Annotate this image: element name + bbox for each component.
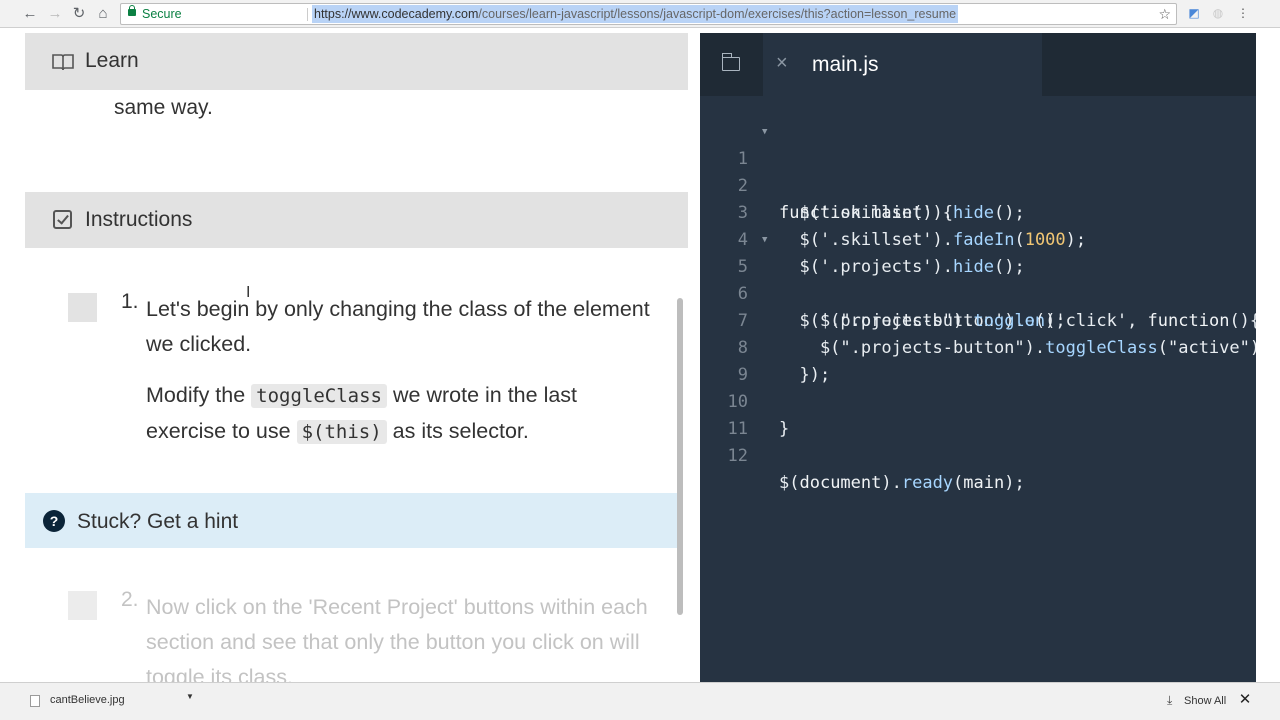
folder-icon bbox=[721, 53, 740, 71]
code-line: 6 $(".projects").toggle(); bbox=[700, 254, 1256, 331]
close-icon[interactable]: × bbox=[776, 52, 788, 75]
menu-kebab-icon[interactable]: ⋮ bbox=[1236, 6, 1250, 20]
extension-icon-2[interactable]: ◍ bbox=[1211, 6, 1225, 20]
extension-icon[interactable]: ◩ bbox=[1187, 6, 1201, 20]
browser-toolbar: ← → ↻ ⌂ Secure https://www.codecademy.co… bbox=[0, 0, 1280, 28]
task-checkbox bbox=[68, 591, 97, 620]
question-icon: ? bbox=[43, 510, 65, 532]
inline-code: $(this) bbox=[296, 420, 387, 444]
hint-button[interactable]: ? Stuck? Get a hint bbox=[25, 493, 678, 548]
task-checkbox bbox=[68, 293, 97, 322]
code-line: 5 ▼ $('.projects-button').on('click', fu… bbox=[700, 227, 1256, 331]
back-arrow-icon[interactable]: ← bbox=[20, 4, 40, 24]
editor-tab-bar: × main.js bbox=[700, 33, 1256, 96]
code-line: 12 $(document).ready(main); bbox=[700, 416, 1256, 493]
task-text: as its selector. bbox=[392, 419, 529, 443]
instructions-header-label: Instructions bbox=[85, 208, 193, 231]
reload-icon[interactable]: ↻ bbox=[69, 4, 89, 24]
task-body: Now click on the 'Recent Project' button… bbox=[146, 590, 656, 682]
address-bar[interactable]: Secure https://www.codecademy.com/course… bbox=[120, 3, 1177, 25]
code-line: 11 bbox=[700, 389, 1256, 439]
secure-label: Secure bbox=[142, 7, 182, 21]
code-line: 3 $('.skillset').fadeIn(1000); bbox=[700, 173, 1256, 250]
code-line: 8 }); bbox=[700, 308, 1256, 385]
file-icon bbox=[30, 695, 40, 707]
download-file-name: cantBelieve.jpg bbox=[50, 694, 125, 706]
url-path: /courses/learn-javascript/lessons/javasc… bbox=[478, 7, 957, 21]
code-editor: × main.js 1 ▼ function main() { 2 $('.sk… bbox=[700, 33, 1256, 682]
book-icon bbox=[52, 54, 74, 70]
code-line: 2 $('.skillset').hide(); bbox=[700, 146, 1256, 223]
download-shelf: cantBelieve.jpg ▼ ⤓ Show All ✕ bbox=[0, 682, 1280, 720]
task-number: 1. bbox=[121, 290, 139, 313]
forward-arrow-icon[interactable]: → bbox=[45, 4, 65, 24]
close-icon[interactable]: ✕ bbox=[1238, 692, 1252, 708]
code-line: 9 bbox=[700, 335, 1256, 385]
lock-icon bbox=[128, 5, 136, 16]
bookmark-star-icon[interactable]: ☆ bbox=[1158, 4, 1171, 24]
text-cursor-icon: I bbox=[246, 284, 251, 301]
chevron-down-icon[interactable]: ▼ bbox=[186, 692, 194, 701]
code-line: 4 $('.projects').hide(); bbox=[700, 200, 1256, 277]
fold-arrow-icon[interactable]: ▼ bbox=[762, 227, 767, 254]
line-number: 12 bbox=[727, 446, 748, 466]
checkbox-icon bbox=[53, 210, 72, 229]
file-tab-main-js[interactable]: × main.js bbox=[763, 33, 1042, 96]
panel-divider[interactable] bbox=[688, 33, 700, 682]
code-line: 10 } bbox=[700, 362, 1256, 439]
fold-arrow-icon[interactable]: ▼ bbox=[762, 119, 767, 146]
task-body: Let's begin by only changing the class o… bbox=[146, 292, 656, 466]
url-host: https://www.codecademy.com bbox=[314, 7, 479, 21]
file-browser-button[interactable] bbox=[700, 33, 763, 96]
instructions-section-header[interactable]: Instructions bbox=[25, 192, 688, 248]
learn-section-header[interactable]: Learn bbox=[25, 33, 688, 90]
file-tab-label: main.js bbox=[812, 53, 879, 76]
divider bbox=[307, 8, 308, 21]
download-icon: ⤓ bbox=[1167, 693, 1173, 707]
task-paragraph: Now click on the 'Recent Project' button… bbox=[146, 595, 648, 682]
learn-header-label: Learn bbox=[85, 49, 139, 72]
task-paragraph: Modify the toggleClass we wrote in the l… bbox=[146, 378, 656, 450]
url-text[interactable]: https://www.codecademy.com/courses/learn… bbox=[312, 5, 959, 23]
download-item[interactable]: cantBelieve.jpg ▼ bbox=[22, 688, 196, 714]
code-text: $(document).ready(main); bbox=[779, 473, 1025, 493]
code-line: 7 $(".projects-button").toggleClass("act… bbox=[700, 281, 1256, 358]
lesson-panel: Learn same way. Instructions 1. Let's be… bbox=[25, 33, 688, 682]
hint-label: Stuck? Get a hint bbox=[77, 510, 239, 533]
task-paragraph: Let's begin by only changing the class o… bbox=[146, 297, 650, 356]
show-all-label: Show All bbox=[1184, 695, 1227, 707]
task-text: Modify the bbox=[146, 383, 246, 407]
task-number: 2. bbox=[121, 588, 139, 611]
show-all-button[interactable]: ⤓ Show All bbox=[1160, 688, 1228, 714]
scrollbar-thumb[interactable] bbox=[677, 298, 683, 615]
code-line: 1 ▼ function main() { bbox=[700, 119, 1256, 223]
home-icon[interactable]: ⌂ bbox=[93, 4, 113, 24]
inline-code: toggleClass bbox=[251, 384, 388, 408]
learn-text: same way. bbox=[114, 96, 213, 119]
